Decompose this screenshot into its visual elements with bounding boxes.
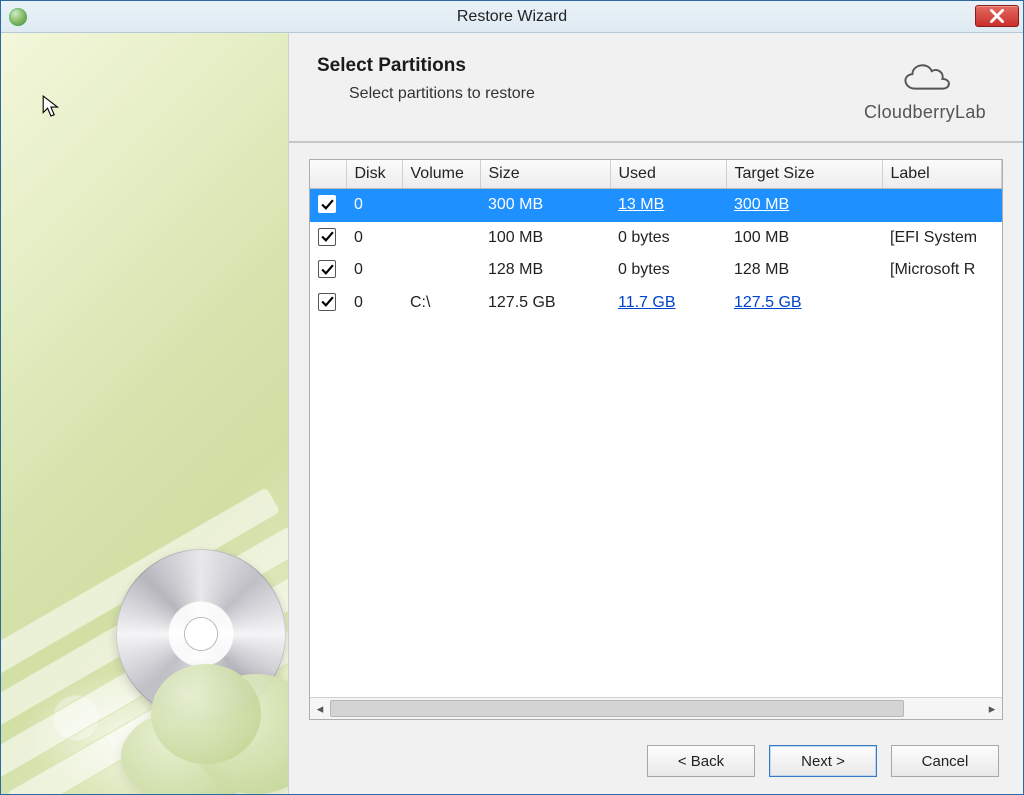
cell-volume: C:\: [402, 287, 480, 320]
cloud-graphic: [111, 654, 289, 794]
cell-size: 100 MB: [480, 222, 610, 255]
cell-disk: 0: [346, 254, 402, 287]
cell-volume: [402, 189, 480, 222]
row-checkbox[interactable]: [310, 254, 346, 287]
cell-target-size[interactable]: 127.5 GB: [726, 287, 882, 320]
partition-table: Disk Volume Size Used Target Size Label …: [310, 160, 1002, 319]
table-row[interactable]: 0100 MB0 bytes100 MB[EFI System: [310, 222, 1002, 255]
cell-disk: 0: [346, 222, 402, 255]
row-checkbox[interactable]: [310, 222, 346, 255]
cell-size: 128 MB: [480, 254, 610, 287]
cell-label: [882, 287, 1002, 320]
cell-disk: 0: [346, 189, 402, 222]
checkbox-icon[interactable]: [318, 195, 336, 213]
table-row[interactable]: 0 300 MB 13 MB 300 MB: [310, 189, 1002, 222]
scroll-left-arrow[interactable]: ◂: [310, 698, 330, 719]
brand-name: CloudberryLab: [864, 102, 986, 123]
page-title: Select Partitions: [317, 55, 855, 77]
brand-block: CloudberryLab: [855, 55, 995, 123]
cloud-logo-icon: [896, 55, 954, 99]
cell-disk: 0: [346, 287, 402, 320]
col-header-used[interactable]: Used: [610, 160, 726, 189]
cell-label: [882, 189, 1002, 222]
cell-volume: [402, 222, 480, 255]
cell-target-size[interactable]: 300 MB: [726, 189, 882, 222]
wizard-sidebar: [1, 33, 289, 794]
wizard-footer: < Back Next > Cancel: [289, 728, 1023, 794]
table-row[interactable]: 0C:\127.5 GB11.7 GB127.5 GB: [310, 287, 1002, 320]
checkbox-icon[interactable]: [318, 293, 336, 311]
target-size-link[interactable]: 127.5 GB: [734, 294, 802, 311]
cell-size: 300 MB: [480, 189, 610, 222]
cell-used: 0 bytes: [610, 254, 726, 287]
close-button[interactable]: [975, 5, 1019, 27]
page-subtitle: Select partitions to restore: [349, 85, 855, 103]
scroll-track[interactable]: [330, 698, 982, 719]
restore-wizard-window: Restore Wizard Select Partitions: [0, 0, 1024, 795]
cancel-button[interactable]: Cancel: [891, 745, 999, 777]
titlebar[interactable]: Restore Wizard: [1, 1, 1023, 33]
col-header-label[interactable]: Label: [882, 160, 1002, 189]
horizontal-scrollbar[interactable]: ◂ ▸: [310, 697, 1002, 719]
scroll-thumb[interactable]: [330, 700, 904, 717]
col-header-size[interactable]: Size: [480, 160, 610, 189]
used-link[interactable]: 11.7 GB: [618, 294, 676, 311]
cell-label: [Microsoft R: [882, 254, 1002, 287]
cursor-icon: [41, 95, 63, 117]
partition-table-container: Disk Volume Size Used Target Size Label …: [309, 159, 1003, 720]
wizard-main: Select Partitions Select partitions to r…: [289, 33, 1023, 794]
cell-target-size: 128 MB: [726, 254, 882, 287]
col-header-target-size[interactable]: Target Size: [726, 160, 882, 189]
back-button[interactable]: < Back: [647, 745, 755, 777]
scroll-right-arrow[interactable]: ▸: [982, 698, 1002, 719]
col-header-volume[interactable]: Volume: [402, 160, 480, 189]
cell-used[interactable]: 13 MB: [610, 189, 726, 222]
cell-volume: [402, 254, 480, 287]
page-header: Select Partitions Select partitions to r…: [289, 33, 1023, 143]
next-button[interactable]: Next >: [769, 745, 877, 777]
target-size-link[interactable]: 300 MB: [734, 196, 789, 213]
row-checkbox[interactable]: [310, 189, 346, 222]
table-header-row: Disk Volume Size Used Target Size Label: [310, 160, 1002, 189]
window-title: Restore Wizard: [1, 8, 1023, 26]
cell-used: 0 bytes: [610, 222, 726, 255]
table-row[interactable]: 0128 MB0 bytes128 MB[Microsoft R: [310, 254, 1002, 287]
col-header-checkbox[interactable]: [310, 160, 346, 189]
close-icon: [990, 9, 1004, 23]
app-icon: [9, 8, 27, 26]
row-checkbox[interactable]: [310, 287, 346, 320]
used-link[interactable]: 13 MB: [618, 196, 664, 213]
checkbox-icon[interactable]: [318, 228, 336, 246]
col-header-disk[interactable]: Disk: [346, 160, 402, 189]
checkbox-icon[interactable]: [318, 260, 336, 278]
cell-label: [EFI System: [882, 222, 1002, 255]
cell-size: 127.5 GB: [480, 287, 610, 320]
cell-used[interactable]: 11.7 GB: [610, 287, 726, 320]
cell-target-size: 100 MB: [726, 222, 882, 255]
